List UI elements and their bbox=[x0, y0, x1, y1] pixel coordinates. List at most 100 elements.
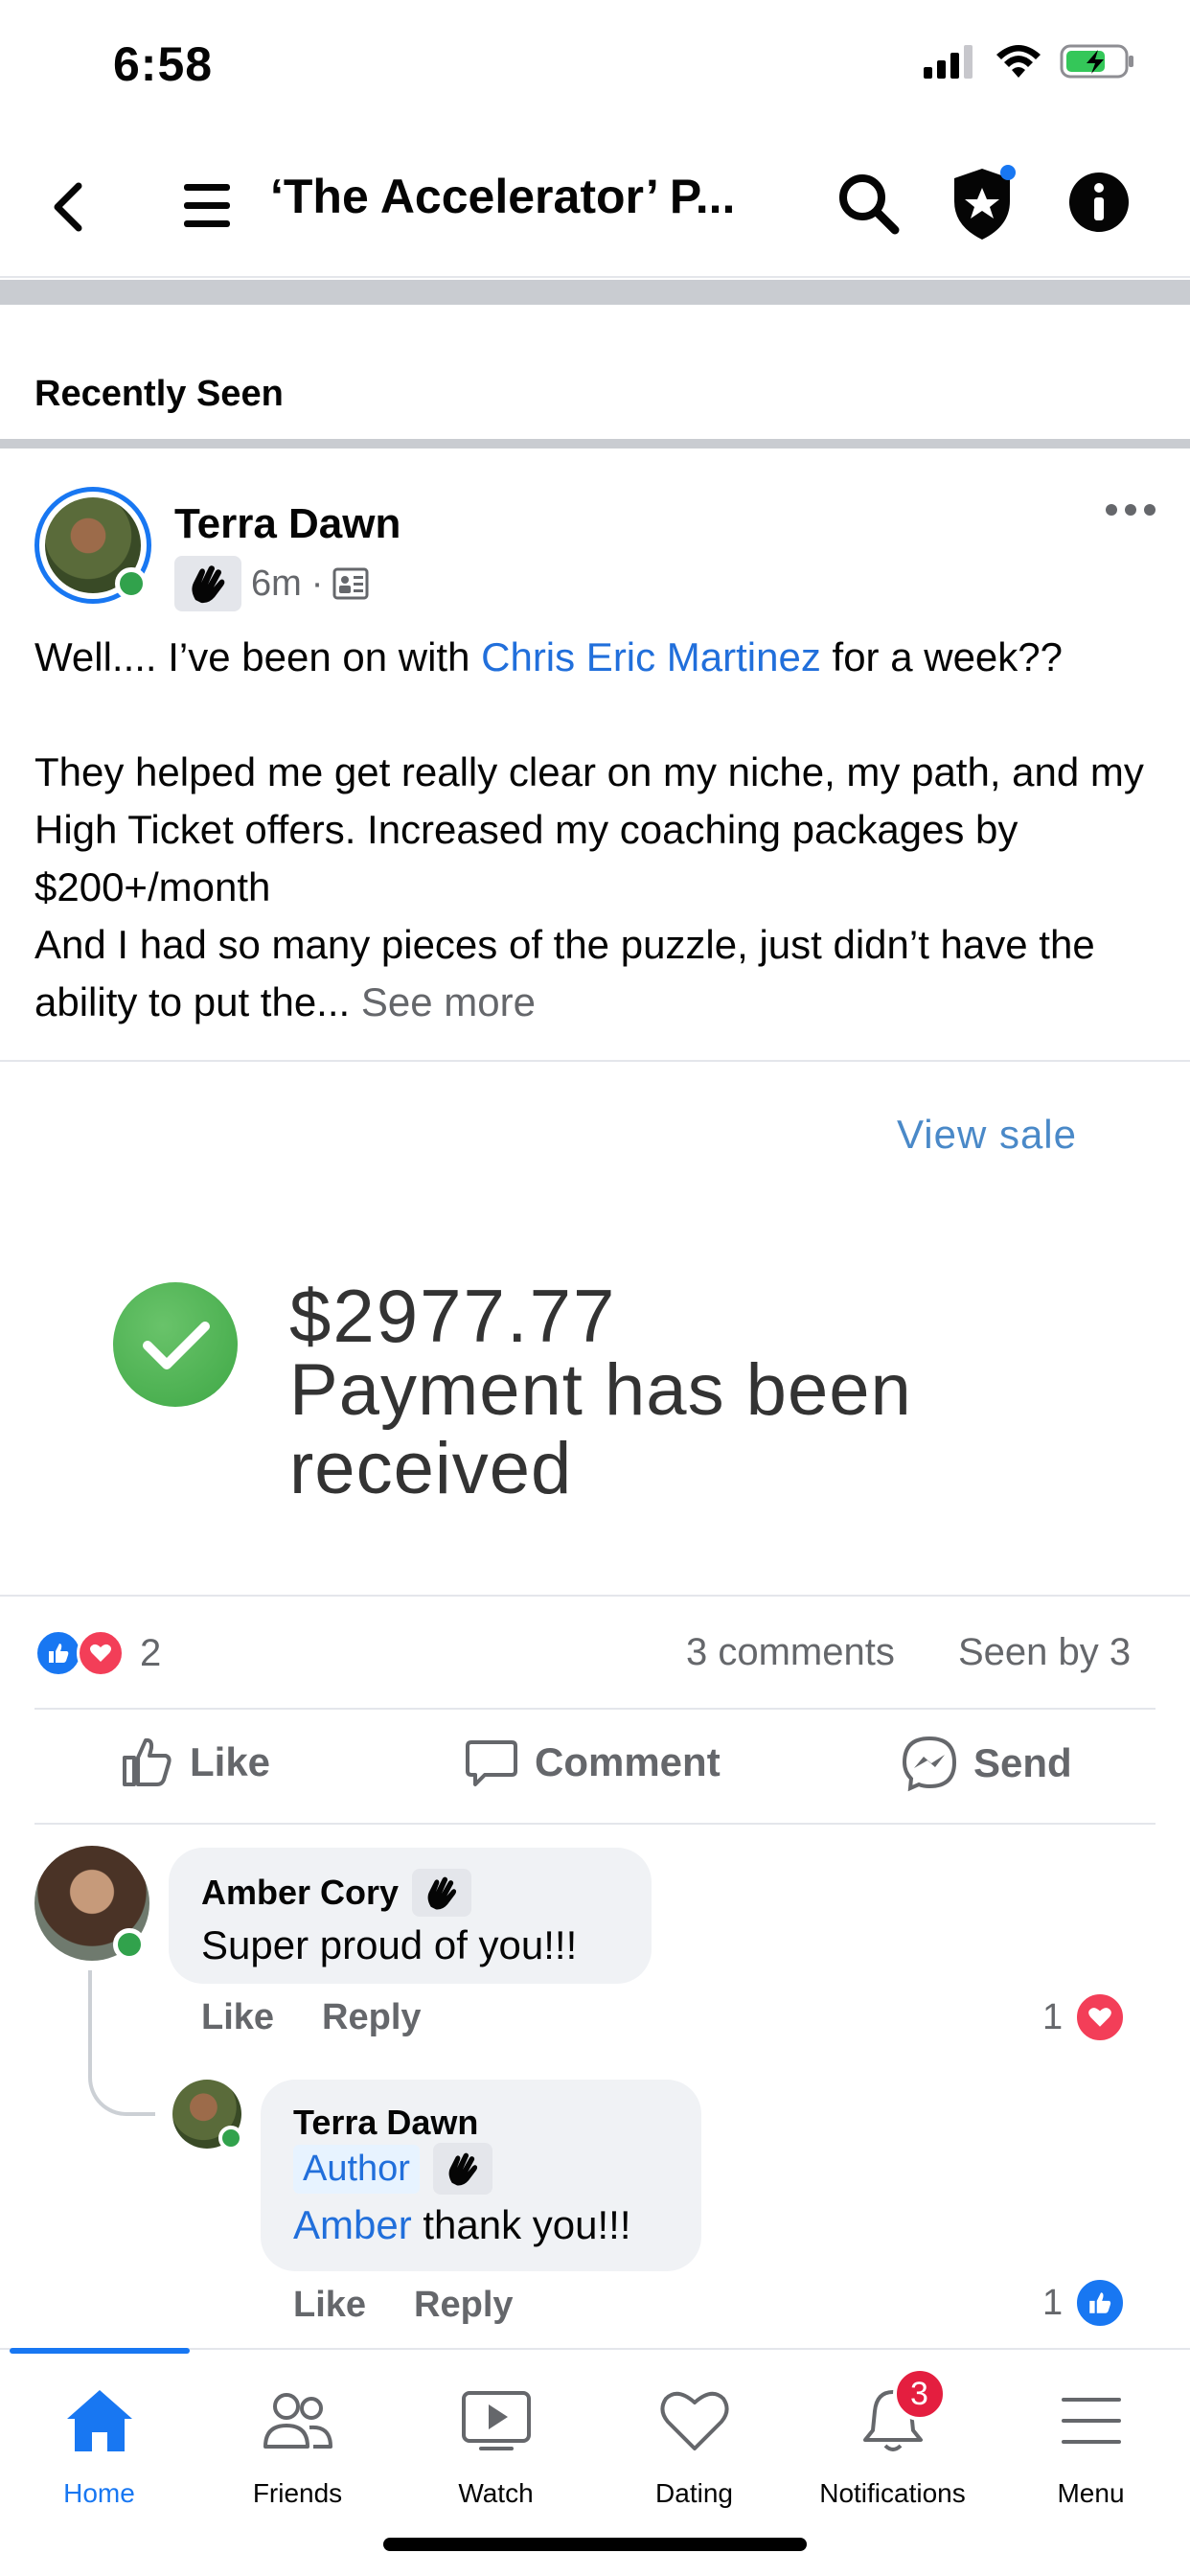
group-menu-icon[interactable] bbox=[180, 176, 234, 234]
tab-notifications[interactable]: 3 Notifications bbox=[793, 2367, 992, 2509]
commenter-name[interactable]: Terra Dawn bbox=[293, 2103, 478, 2143]
tab-label: Dating bbox=[655, 2478, 733, 2508]
watch-icon bbox=[458, 2382, 535, 2459]
comment-count[interactable]: 3 comments bbox=[686, 1631, 895, 1674]
notification-badge: 3 bbox=[892, 2367, 947, 2421]
tab-label: Menu bbox=[1057, 2478, 1125, 2508]
wave-badge-icon[interactable] bbox=[412, 1869, 472, 1917]
see-more-link[interactable]: See more bbox=[361, 979, 536, 1024]
comment-bubble[interactable]: Terra Dawn Author Amber thank you!!! bbox=[261, 2080, 701, 2271]
friends-icon bbox=[260, 2382, 336, 2459]
post-text: Well.... I’ve been on with bbox=[34, 634, 482, 679]
tab-friends[interactable]: Friends bbox=[198, 2382, 397, 2509]
active-tab-indicator bbox=[10, 2348, 190, 2354]
section-separator bbox=[0, 280, 1190, 305]
section-divider bbox=[0, 439, 1190, 448]
comment-actions: Like Reply bbox=[293, 2285, 514, 2326]
comment-button[interactable]: Comment bbox=[464, 1735, 721, 1790]
online-status-dot bbox=[115, 567, 148, 600]
commenter-name[interactable]: Amber Cory bbox=[201, 1873, 399, 1913]
mention-link[interactable]: Amber bbox=[293, 2202, 412, 2247]
reaction-count: 2 bbox=[140, 1631, 162, 1674]
tab-label: Notifications bbox=[819, 2478, 966, 2508]
like-reaction-icon bbox=[34, 1629, 82, 1677]
messenger-icon bbox=[902, 1736, 957, 1792]
home-icon bbox=[61, 2382, 138, 2459]
comment-actions: Like Reply bbox=[201, 1997, 422, 2038]
comment-reactions[interactable]: 1 bbox=[1042, 2277, 1127, 2329]
thumbs-up-icon bbox=[123, 1737, 172, 1786]
comment-text: Amber thank you!!! bbox=[293, 2202, 631, 2248]
status-time: 6:58 bbox=[113, 37, 214, 91]
payment-amount: $2977.77 bbox=[289, 1274, 617, 1358]
comment-reply-button[interactable]: Reply bbox=[414, 2285, 513, 2326]
signal-icon bbox=[924, 45, 973, 79]
wave-badge-icon[interactable] bbox=[174, 556, 241, 611]
tab-home[interactable]: Home bbox=[0, 2382, 198, 2509]
comment-text-body: thank you!!! bbox=[411, 2202, 631, 2247]
payment-message: Payment has been received bbox=[289, 1349, 912, 1509]
bell-icon: 3 bbox=[855, 2367, 947, 2459]
like-button[interactable]: Like bbox=[119, 1735, 270, 1790]
admin-shield-icon[interactable] bbox=[947, 163, 1018, 243]
divider bbox=[0, 1595, 1190, 1597]
view-sale-text: View sale bbox=[897, 1112, 1077, 1157]
status-icons bbox=[924, 42, 1136, 80]
divider bbox=[34, 1708, 1156, 1710]
post-author-name[interactable]: Terra Dawn bbox=[174, 500, 400, 548]
comment-text: Super proud of you!!! bbox=[201, 1922, 578, 1967]
love-reaction-icon bbox=[1074, 1991, 1127, 2043]
heart-icon bbox=[656, 2382, 733, 2459]
tab-label: Friends bbox=[252, 2478, 343, 2508]
post-meta: 6m · bbox=[174, 556, 369, 611]
post-paragraph: They helped me get really clear on my ni… bbox=[34, 749, 1144, 909]
more-options-icon[interactable] bbox=[1102, 498, 1159, 521]
group-privacy-icon bbox=[332, 567, 369, 600]
comment-reply-button[interactable]: Reply bbox=[322, 1997, 421, 2038]
send-label: Send bbox=[973, 1740, 1072, 1785]
info-icon[interactable] bbox=[1067, 171, 1131, 234]
comment-bubble[interactable]: Amber Cory Super proud of you!!! bbox=[169, 1848, 652, 1984]
reply-thread-line bbox=[88, 1970, 155, 2116]
tab-menu[interactable]: Menu bbox=[992, 2382, 1190, 2509]
comment-like-button[interactable]: Like bbox=[293, 2285, 366, 2326]
author-badge: Author bbox=[293, 2144, 420, 2194]
tab-label: Home bbox=[63, 2478, 135, 2508]
reaction-summary[interactable]: 2 bbox=[34, 1629, 161, 1677]
search-icon[interactable] bbox=[834, 169, 903, 238]
comment-reaction-count: 1 bbox=[1042, 2282, 1064, 2323]
tab-label: Watch bbox=[458, 2478, 534, 2508]
send-button[interactable]: Send bbox=[901, 1735, 1072, 1792]
comment-label: Comment bbox=[535, 1739, 721, 1784]
battery-icon bbox=[1060, 44, 1133, 79]
post-time[interactable]: 6m bbox=[251, 564, 302, 605]
group-nav-bar: ‘The Accelerator’ P... bbox=[0, 134, 1190, 278]
mention-link[interactable]: Chris Eric Martinez bbox=[481, 634, 821, 679]
like-reaction-icon bbox=[1074, 2277, 1127, 2329]
divider bbox=[34, 1823, 1156, 1825]
post-text: for a week?? bbox=[820, 634, 1064, 679]
tab-watch[interactable]: Watch bbox=[397, 2382, 595, 2509]
meta-separator: · bbox=[310, 563, 324, 604]
post-paragraph: And I had so many pieces of the puzzle, … bbox=[34, 922, 1095, 1024]
menu-icon bbox=[1053, 2382, 1130, 2459]
post-body: Well.... I’ve been on with Chris Eric Ma… bbox=[34, 629, 1156, 1031]
comment-like-button[interactable]: Like bbox=[201, 1997, 274, 2038]
online-status-dot bbox=[113, 1928, 146, 1961]
wifi-icon bbox=[996, 45, 1041, 78]
seen-by[interactable]: Seen by 3 bbox=[958, 1631, 1131, 1674]
comment-reaction-count: 1 bbox=[1042, 1996, 1064, 2037]
group-title[interactable]: ‘The Accelerator’ P... bbox=[270, 169, 768, 224]
check-circle-icon bbox=[113, 1282, 238, 1407]
comment-icon bbox=[466, 1740, 517, 1786]
home-indicator[interactable] bbox=[383, 2538, 807, 2551]
comment-reactions[interactable]: 1 bbox=[1042, 1991, 1127, 2043]
tab-dating[interactable]: Dating bbox=[595, 2382, 793, 2509]
status-bar: 6:58 bbox=[0, 0, 1190, 134]
back-icon[interactable] bbox=[42, 176, 96, 238]
like-label: Like bbox=[190, 1739, 271, 1784]
online-status-dot bbox=[218, 2126, 243, 2150]
recently-seen-heading: Recently Seen bbox=[34, 374, 284, 414]
wave-badge-icon[interactable] bbox=[432, 2143, 492, 2195]
love-reaction-icon bbox=[77, 1629, 125, 1677]
